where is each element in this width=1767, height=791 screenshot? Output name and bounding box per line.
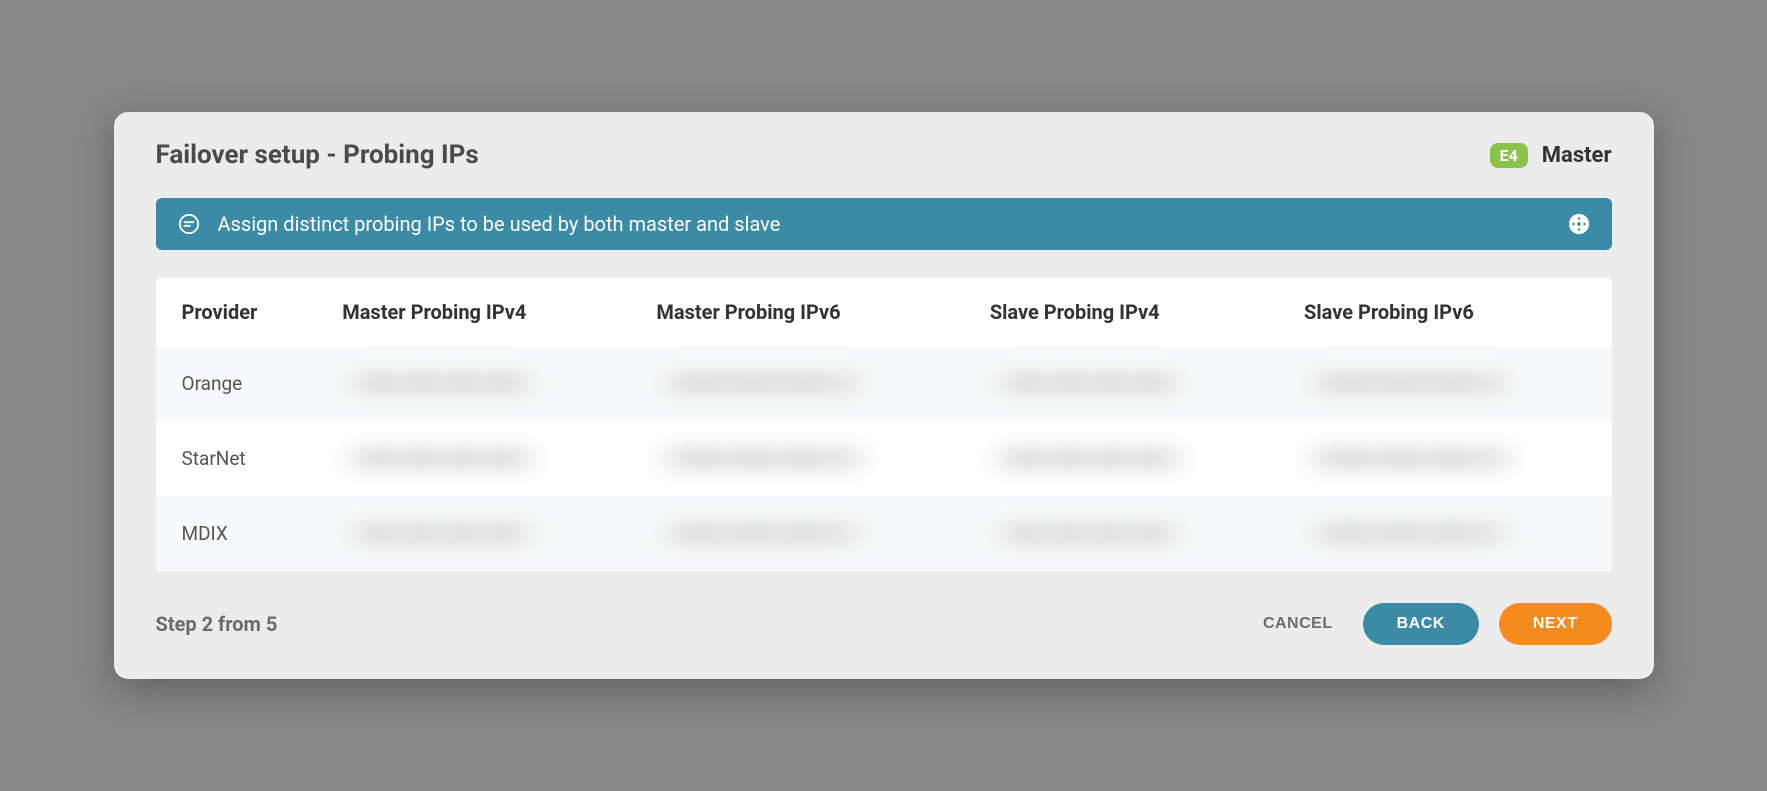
failover-setup-modal: Failover setup - Probing IPs E4 Master A… [114, 112, 1654, 679]
col-provider: Provider [156, 278, 317, 346]
cell-slave-ipv4[interactable]: XXX.XXX.XXX.XXX [964, 346, 1278, 421]
message-icon [178, 213, 200, 235]
cell-master-ipv4[interactable]: XXX.XXX.XXX.XXX [316, 496, 630, 571]
cell-master-ipv6[interactable]: XXXX:XXXX:XXXX::X [630, 496, 963, 571]
table-row: Orange XXX.XXX.XXX.XXX XXXX:XXXX:XXXX::X… [156, 346, 1612, 421]
cell-slave-ipv4[interactable]: XXX.XXX.XXX.XXX [964, 496, 1278, 571]
back-button[interactable]: BACK [1363, 603, 1479, 645]
cell-master-ipv4[interactable]: XXX.XXX.XXX.XXX [316, 346, 630, 421]
header-right: E4 Master [1490, 143, 1612, 168]
banner-left: Assign distinct probing IPs to be used b… [178, 212, 781, 236]
banner-text: Assign distinct probing IPs to be used b… [218, 212, 781, 236]
cell-master-ipv6[interactable]: XXXX:XXXX:XXXX::X [630, 421, 963, 496]
table-row: MDIX XXX.XXX.XXX.XXX XXXX:XXXX:XXXX::X X… [156, 496, 1612, 571]
cell-slave-ipv6[interactable]: XXXX:XXXX:XXXX::X [1278, 421, 1611, 496]
step-indicator: Step 2 from 5 [156, 612, 278, 636]
move-icon[interactable] [1568, 213, 1590, 235]
cell-provider: Orange [156, 346, 317, 421]
cell-provider: StarNet [156, 421, 317, 496]
device-badge: E4 [1490, 143, 1528, 168]
modal-footer: Step 2 from 5 CANCEL BACK NEXT [156, 603, 1612, 645]
cell-master-ipv4[interactable]: XXX.XXX.XXX.XXX [316, 421, 630, 496]
table-row: StarNet XXX.XXX.XXX.XXX XXXX:XXXX:XXXX::… [156, 421, 1612, 496]
role-label: Master [1542, 143, 1612, 168]
col-master-ipv6: Master Probing IPv6 [630, 278, 963, 346]
table-header-row: Provider Master Probing IPv4 Master Prob… [156, 278, 1612, 346]
footer-buttons: CANCEL BACK NEXT [1253, 603, 1612, 645]
col-slave-ipv6: Slave Probing IPv6 [1278, 278, 1611, 346]
cell-master-ipv6[interactable]: XXXX:XXXX:XXXX::X [630, 346, 963, 421]
cancel-button[interactable]: CANCEL [1253, 603, 1343, 645]
modal-title: Failover setup - Probing IPs [156, 140, 479, 170]
col-master-ipv4: Master Probing IPv4 [316, 278, 630, 346]
modal-header: Failover setup - Probing IPs E4 Master [156, 140, 1612, 170]
next-button[interactable]: NEXT [1499, 603, 1612, 645]
info-banner: Assign distinct probing IPs to be used b… [156, 198, 1612, 250]
probing-ips-table: Provider Master Probing IPv4 Master Prob… [156, 278, 1612, 571]
col-slave-ipv4: Slave Probing IPv4 [964, 278, 1278, 346]
cell-slave-ipv6[interactable]: XXXX:XXXX:XXXX::X [1278, 496, 1611, 571]
cell-slave-ipv4[interactable]: XXX.XXX.XXX.XXX [964, 421, 1278, 496]
cell-provider: MDIX [156, 496, 317, 571]
cell-slave-ipv6[interactable]: XXXX:XXXX:XXXX::X [1278, 346, 1611, 421]
